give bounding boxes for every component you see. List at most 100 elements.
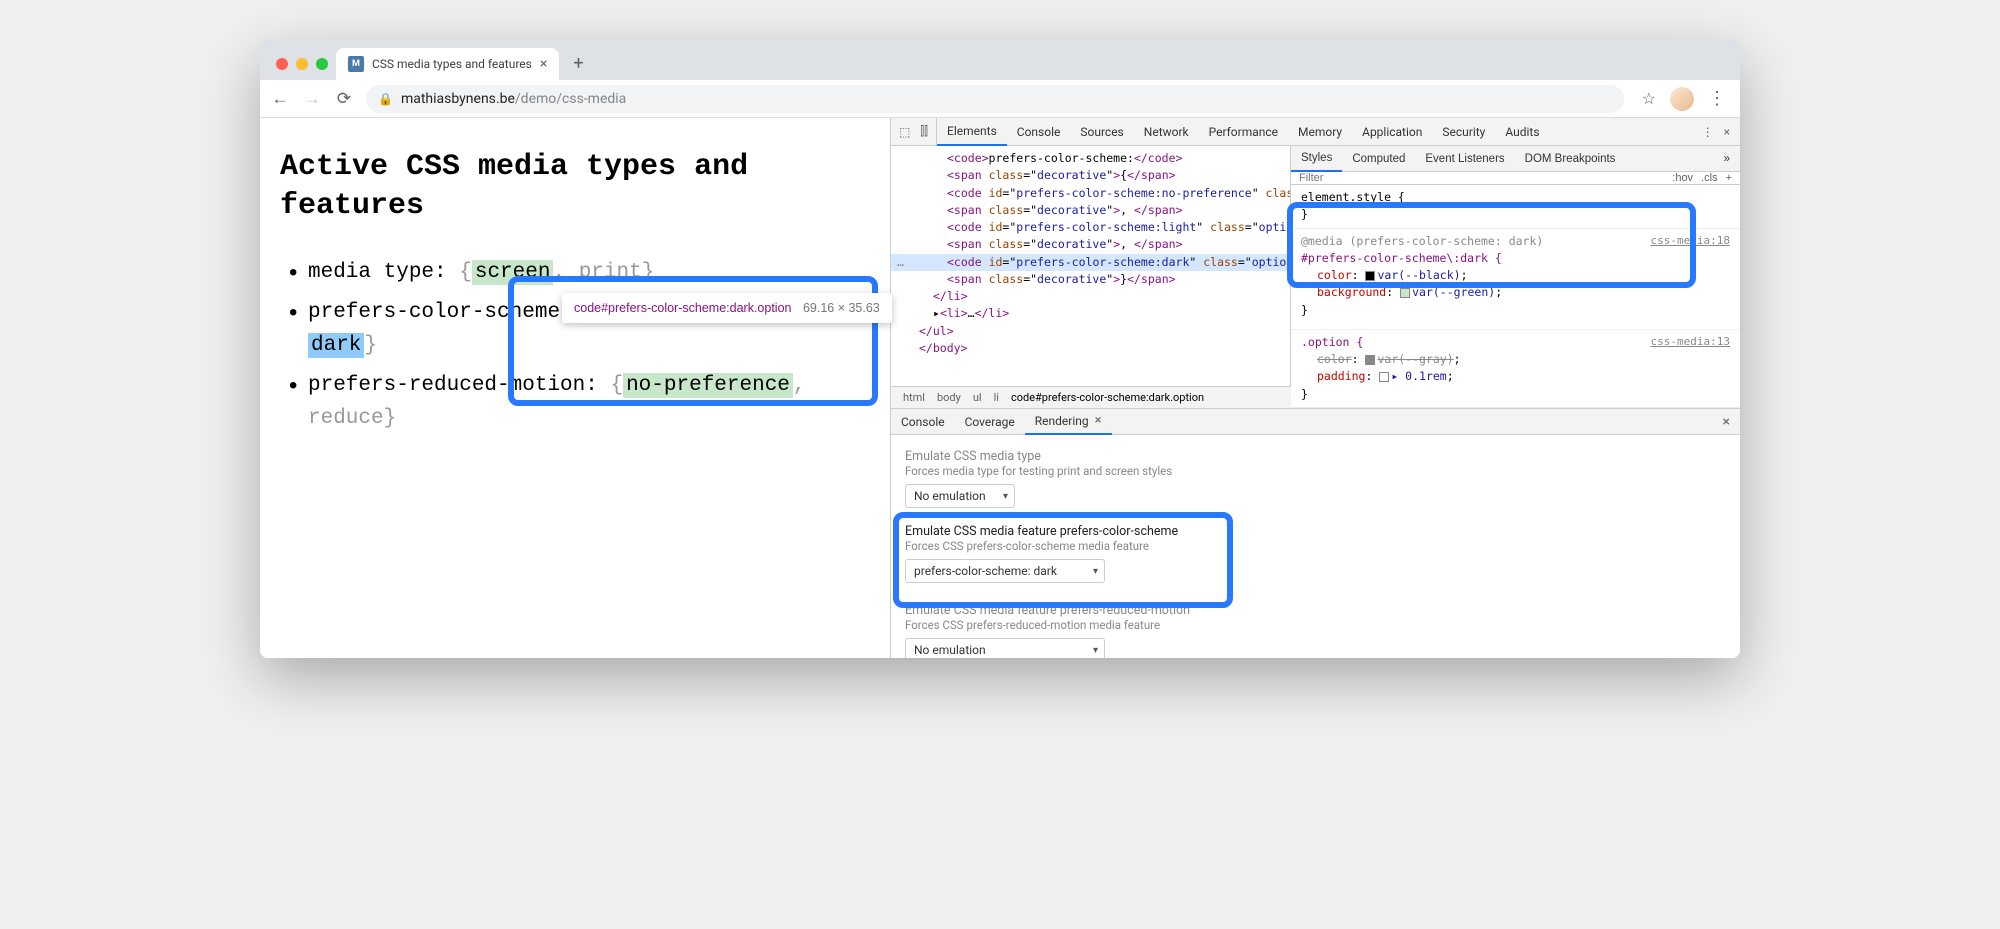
rendered-page: Active CSS media types and features medi… — [260, 118, 890, 658]
feature-list: media type: {screen, print}prefers-color… — [280, 256, 870, 436]
dom-line[interactable]: <span class="decorative">, </span> — [891, 202, 1290, 219]
drawer-tab-close-icon[interactable]: × — [1095, 413, 1102, 428]
styles-filter-input[interactable] — [1291, 172, 1664, 184]
breadcrumb-item[interactable]: html — [899, 391, 929, 404]
bookmark-icon[interactable]: ☆ — [1642, 89, 1656, 108]
css-val[interactable]: var(--black) — [1377, 268, 1460, 282]
css-prop[interactable]: padding — [1317, 369, 1365, 383]
drawer-tab-coverage[interactable]: Coverage — [955, 409, 1025, 435]
devtools-tab-console[interactable]: Console — [1007, 118, 1071, 146]
emulate-pcs-desc: Forces CSS prefers-color-scheme media fe… — [905, 539, 1726, 553]
breadcrumb-item[interactable]: code#prefers-color-scheme:dark.option — [1007, 391, 1208, 404]
devtools-tab-elements[interactable]: Elements — [937, 118, 1007, 146]
close-window-button[interactable] — [276, 58, 288, 70]
select-element-icon[interactable]: ⬚ — [899, 125, 910, 139]
dom-line[interactable]: <code>prefers-color-scheme:</code> — [891, 150, 1290, 167]
tooltip-dimensions: 69.16 × 35.63 — [803, 301, 880, 315]
breadcrumb-item[interactable]: body — [933, 391, 965, 404]
devtools-main: <code>prefers-color-scheme:</code><span … — [891, 146, 1740, 408]
devtools-tab-audits[interactable]: Audits — [1495, 118, 1549, 146]
matched-rule-2[interactable]: css-media:13 .option { color: var(--gray… — [1291, 330, 1740, 408]
element-style-block[interactable]: element.style {} — [1291, 185, 1740, 229]
menu-icon[interactable]: ⋮ — [1708, 88, 1724, 109]
close-tab-icon[interactable]: × — [540, 56, 547, 72]
page-heading: Active CSS media types and features — [280, 148, 870, 226]
tooltip-selector: code#prefers-color-scheme:dark.option — [574, 301, 791, 315]
css-val[interactable]: var(--green) — [1412, 285, 1495, 299]
back-button[interactable]: ← — [270, 89, 290, 109]
option-print: print — [579, 261, 642, 284]
drawer-close-icon[interactable]: × — [1713, 414, 1740, 430]
drawer-tab-console[interactable]: Console — [891, 409, 955, 435]
cls-toggle[interactable]: .cls — [1701, 172, 1718, 184]
reload-button[interactable]: ⟳ — [334, 89, 354, 109]
dom-line[interactable]: <span class="decorative">}</span> — [891, 271, 1290, 288]
maximize-window-button[interactable] — [316, 58, 328, 70]
device-toolbar-icon[interactable]: ⫿⫿ — [920, 124, 928, 139]
emulate-pcs-select[interactable]: prefers-color-scheme: dark — [905, 559, 1105, 583]
dom-tree[interactable]: <code>prefers-color-scheme:</code><span … — [891, 146, 1291, 386]
dom-line[interactable]: </li> — [891, 288, 1290, 305]
css-prop[interactable]: color — [1317, 268, 1352, 282]
breadcrumb-item[interactable]: li — [990, 391, 1003, 404]
profile-avatar[interactable] — [1670, 87, 1694, 111]
toolbar-right: ☆ ⋮ — [1636, 87, 1730, 111]
breadcrumb-item[interactable]: ul — [969, 391, 986, 404]
matched-rule-1[interactable]: css-media:18 @media (prefers-color-schem… — [1291, 229, 1740, 330]
devtools-tab-application[interactable]: Application — [1352, 118, 1432, 146]
styles-tab-event-listeners[interactable]: Event Listeners — [1415, 146, 1514, 172]
styles-tabs-overflow[interactable]: » — [1714, 146, 1740, 172]
devtools-tab-performance[interactable]: Performance — [1199, 118, 1288, 146]
devtools-close-icon[interactable]: × — [1724, 125, 1730, 139]
browser-toolbar: ← → ⟳ 🔒 mathiasbynens.be/demo/css-media … — [260, 80, 1740, 118]
new-rule-button[interactable]: + — [1726, 172, 1732, 184]
rule1-source-link[interactable]: css-media:18 — [1651, 233, 1730, 250]
emulate-pcs-title: Emulate CSS media feature prefers-color-… — [905, 524, 1726, 539]
devtools-tab-memory[interactable]: Memory — [1288, 118, 1352, 146]
tab-strip: M CSS media types and features × + — [260, 40, 1740, 80]
devtools-tab-sources[interactable]: Sources — [1070, 118, 1133, 146]
emulate-prm-select[interactable]: No emulation — [905, 638, 1105, 658]
option-reduce: reduce — [308, 407, 384, 430]
option-dark: dark — [308, 333, 364, 358]
dom-line[interactable]: <code id="prefers-color-scheme:light" cl… — [891, 219, 1290, 236]
styles-tab-dom-breakpoints[interactable]: DOM Breakpoints — [1515, 146, 1626, 172]
css-val[interactable]: var(--gray) — [1377, 352, 1453, 366]
css-prop[interactable]: background — [1317, 285, 1386, 299]
feature-item: prefers-reduced-motion: {no-preference, … — [308, 369, 870, 436]
new-tab-button[interactable]: + — [559, 53, 597, 80]
devtools-panel: ⬚ ⫿⫿ ElementsConsoleSourcesNetworkPerfor… — [890, 118, 1740, 658]
minimize-window-button[interactable] — [296, 58, 308, 70]
emulate-media-type-desc: Forces media type for testing print and … — [905, 464, 1726, 478]
styles-tab-styles[interactable]: Styles — [1291, 146, 1342, 172]
css-val[interactable]: ▸ 0.1rem — [1391, 369, 1446, 383]
favicon-icon: M — [348, 56, 364, 72]
dom-line[interactable]: <span class="decorative">, </span> — [891, 236, 1290, 253]
dom-line[interactable]: </ul> — [891, 323, 1290, 340]
emulate-prm-desc: Forces CSS prefers-reduced-motion media … — [905, 618, 1726, 632]
emulate-media-type-select[interactable]: No emulation — [905, 484, 1015, 508]
inspect-tooltip: code#prefers-color-scheme:dark.option 69… — [562, 293, 892, 323]
window-controls — [272, 58, 336, 80]
rule1-selector: #prefers-color-scheme\:dark { — [1301, 250, 1730, 267]
emulate-media-type-title: Emulate CSS media type — [905, 449, 1726, 464]
option-screen: screen — [472, 260, 554, 285]
dom-line[interactable]: <code id="prefers-color-scheme:dark" cla… — [891, 254, 1290, 271]
dom-line[interactable]: </body> — [891, 340, 1290, 357]
rule2-source-link[interactable]: css-media:13 — [1651, 334, 1730, 351]
address-bar[interactable]: 🔒 mathiasbynens.be/demo/css-media — [366, 85, 1624, 113]
hov-toggle[interactable]: :hov — [1672, 172, 1693, 184]
devtools-settings-icon[interactable]: ⋮ — [1702, 125, 1714, 139]
styles-tab-computed[interactable]: Computed — [1342, 146, 1415, 172]
forward-button[interactable]: → — [302, 89, 322, 109]
browser-tab[interactable]: M CSS media types and features × — [336, 48, 559, 80]
devtools-tab-security[interactable]: Security — [1432, 118, 1495, 146]
css-prop[interactable]: color — [1317, 352, 1352, 366]
dom-line[interactable]: ▸<li>…</li> — [891, 305, 1290, 322]
dom-line[interactable]: <code id="prefers-color-scheme:no-prefer… — [891, 185, 1290, 202]
breadcrumb-bar: html bodyulli code#prefers-color-scheme:da… — [891, 386, 1291, 408]
devtools-tab-network[interactable]: Network — [1134, 118, 1199, 146]
dom-line[interactable]: <span class="decorative">{</span> — [891, 167, 1290, 184]
drawer-tab-rendering[interactable]: Rendering× — [1025, 409, 1112, 435]
option-no-preference: no-preference — [623, 373, 793, 398]
